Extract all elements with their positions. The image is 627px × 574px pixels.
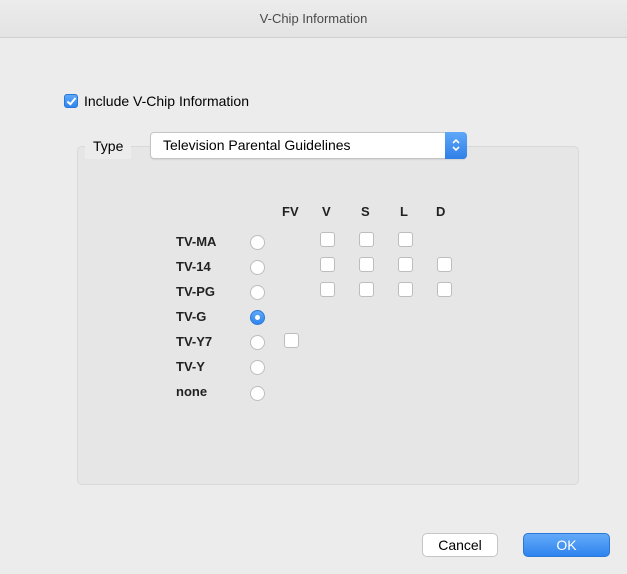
rating-radio-tv-y7[interactable]: [250, 335, 265, 350]
include-vchip-checkbox[interactable]: [64, 94, 78, 108]
updown-chevron-icon: [445, 132, 467, 159]
checkbox-tv-y7-fv[interactable]: [284, 333, 299, 348]
column-header-fv: FV: [282, 204, 299, 219]
checkbox-tv-ma-l[interactable]: [398, 232, 413, 247]
rating-label-tv-y: TV-Y: [176, 359, 205, 374]
rating-label-tv-ma: TV-MA: [176, 234, 217, 249]
checkbox-tv-ma-v[interactable]: [320, 232, 335, 247]
type-label: Type: [85, 133, 132, 159]
column-header-v: V: [322, 204, 331, 219]
type-group-box: [77, 146, 579, 485]
rating-label-tv-g: TV-G: [176, 309, 207, 324]
rating-radio-tv-ma[interactable]: [250, 235, 265, 250]
rating-radio-tv-14[interactable]: [250, 260, 265, 275]
rating-radio-tv-pg[interactable]: [250, 285, 265, 300]
rating-radio-tv-y[interactable]: [250, 360, 265, 375]
checkbox-tv-pg-s[interactable]: [359, 282, 374, 297]
checkbox-tv-pg-d[interactable]: [437, 282, 452, 297]
include-vchip-label: Include V-Chip Information: [84, 93, 249, 109]
checkbox-tv-14-l[interactable]: [398, 257, 413, 272]
column-header-l: L: [400, 204, 408, 219]
checkbox-tv-pg-l[interactable]: [398, 282, 413, 297]
column-header-s: S: [361, 204, 370, 219]
window-title: V-Chip Information: [0, 0, 627, 38]
checkbox-tv-ma-s[interactable]: [359, 232, 374, 247]
checkbox-tv-14-d[interactable]: [437, 257, 452, 272]
checkbox-tv-pg-v[interactable]: [320, 282, 335, 297]
rating-radio-tv-g[interactable]: [250, 310, 265, 325]
checkbox-tv-14-v[interactable]: [320, 257, 335, 272]
checkbox-tv-14-s[interactable]: [359, 257, 374, 272]
column-header-d: D: [436, 204, 446, 219]
include-vchip-row[interactable]: Include V-Chip Information: [64, 92, 249, 110]
cancel-button[interactable]: Cancel: [422, 533, 498, 557]
type-popup-button[interactable]: Television Parental Guidelines: [150, 132, 467, 159]
ok-button[interactable]: OK: [523, 533, 610, 557]
rating-label-none: none: [176, 384, 208, 399]
type-popup-value: Television Parental Guidelines: [163, 137, 351, 153]
rating-radio-none[interactable]: [250, 386, 265, 401]
rating-label-tv-y7: TV-Y7: [176, 334, 213, 349]
rating-label-tv-14: TV-14: [176, 259, 211, 274]
rating-label-tv-pg: TV-PG: [176, 284, 216, 299]
